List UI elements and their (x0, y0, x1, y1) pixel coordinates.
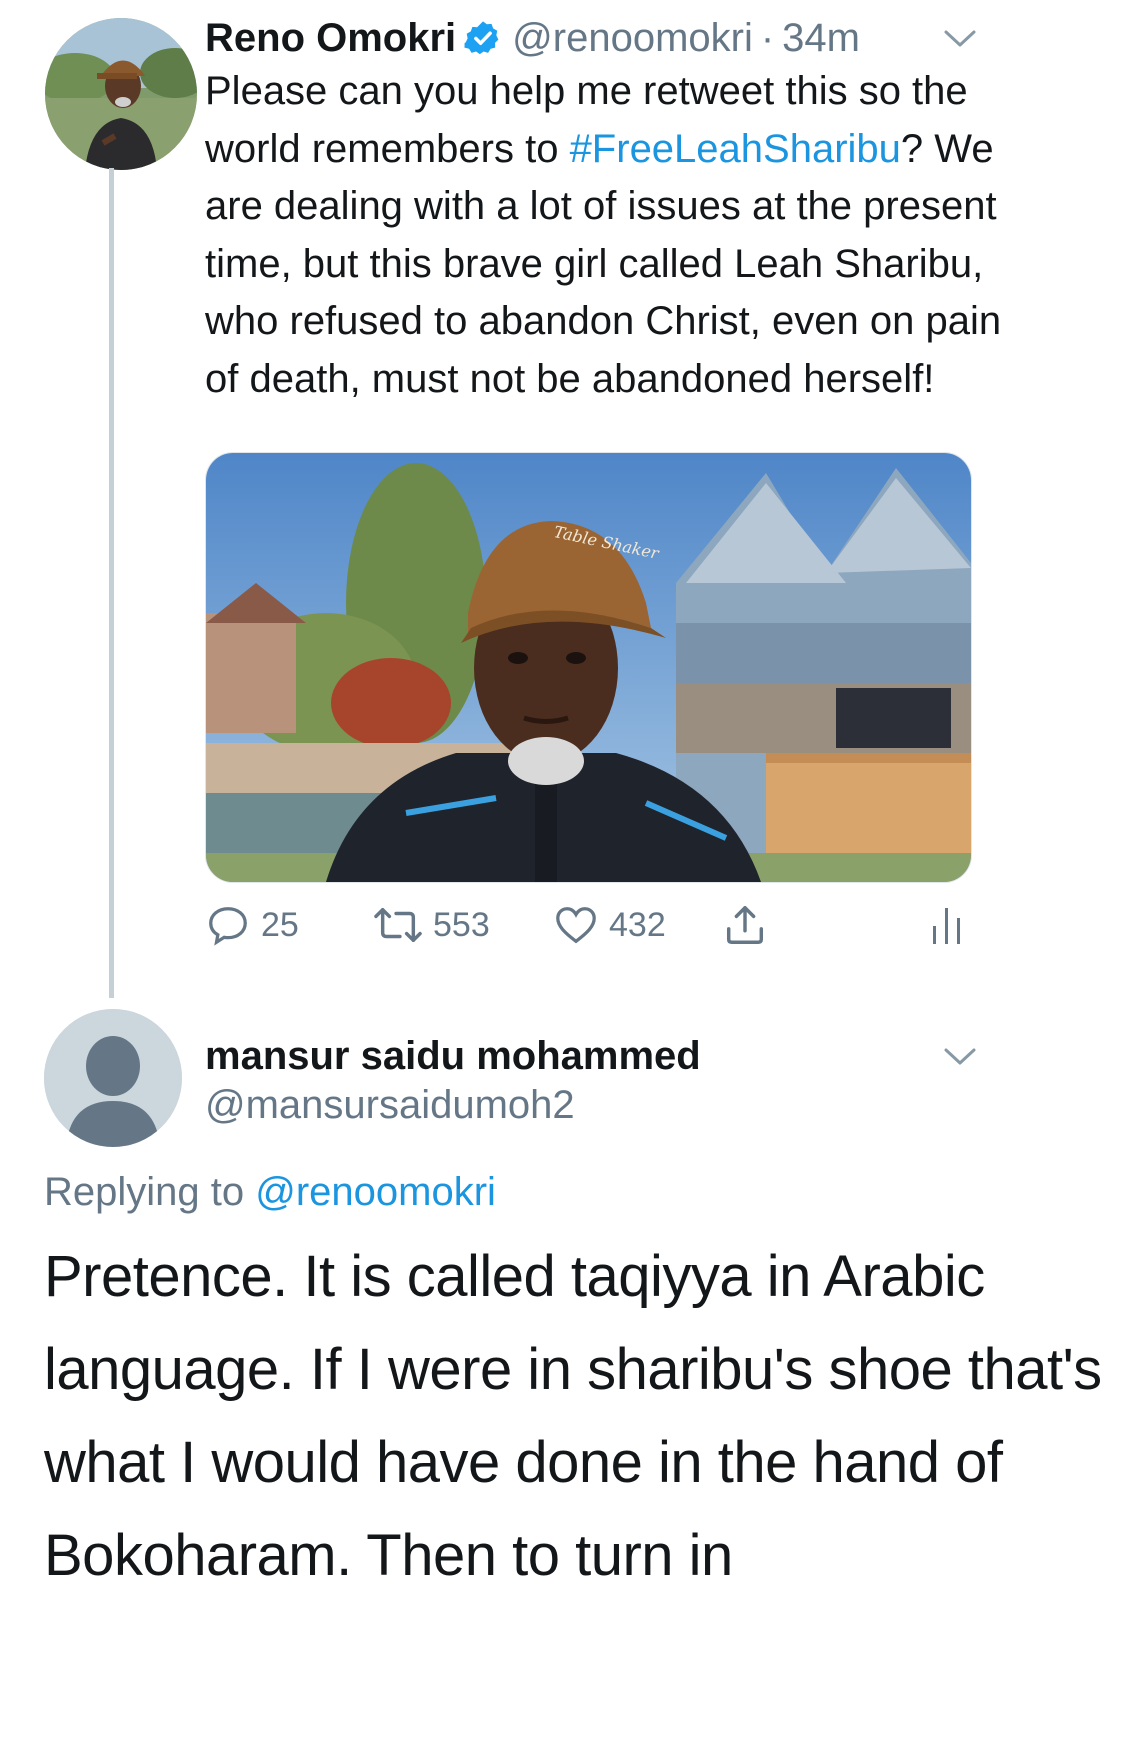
tweet-text: Please can you help me retweet this so t… (205, 63, 1005, 408)
tweet-header: Reno Omokri @renoomokri · 34m (205, 14, 860, 62)
reply-author-handle[interactable]: @mansursaidumoh2 (205, 1081, 575, 1129)
replying-label: Replying to (44, 1170, 256, 1214)
avatar-photo (45, 18, 197, 170)
reply-count: 25 (261, 905, 299, 944)
like-button[interactable]: 432 (553, 902, 666, 948)
thread-line (109, 168, 114, 998)
like-count: 432 (609, 905, 666, 944)
default-avatar-icon (44, 1009, 182, 1147)
like-icon (556, 907, 596, 944)
reply-avatar[interactable] (44, 1009, 182, 1147)
replying-handle-link[interactable]: @renoomokri (255, 1170, 496, 1214)
retweet-icon (374, 907, 422, 943)
retweet-count: 553 (433, 905, 490, 944)
share-icon (726, 906, 764, 944)
media-photo (206, 453, 971, 882)
reply-icon (209, 907, 247, 946)
reply-text: Pretence. It is called taqiyya in Arabic… (44, 1244, 1102, 1588)
replying-to: Replying to @renoomokri (44, 1168, 496, 1216)
author-handle[interactable]: @renoomokri (512, 14, 753, 62)
reply-author-name[interactable]: mansur saidu mohammed (205, 1032, 701, 1080)
verified-badge-icon (464, 19, 502, 57)
separator-dot: · (760, 16, 775, 60)
retweet-button[interactable]: 553 (373, 902, 490, 948)
hashtag-link[interactable]: #FreeLeahSharibu (570, 127, 901, 171)
tweet-time[interactable]: 34m (782, 14, 860, 62)
author-name[interactable]: Reno Omokri (205, 14, 456, 62)
tweet-media-image[interactable]: Table Shaker (205, 452, 972, 883)
analytics-button[interactable] (930, 904, 964, 951)
reply-button[interactable]: 25 (205, 902, 299, 948)
analytics-icon (933, 908, 960, 944)
reply-chevron-down-icon[interactable] (943, 1046, 977, 1073)
share-button[interactable] (722, 902, 768, 953)
chevron-down-icon[interactable] (943, 28, 977, 55)
author-avatar[interactable] (45, 18, 197, 170)
